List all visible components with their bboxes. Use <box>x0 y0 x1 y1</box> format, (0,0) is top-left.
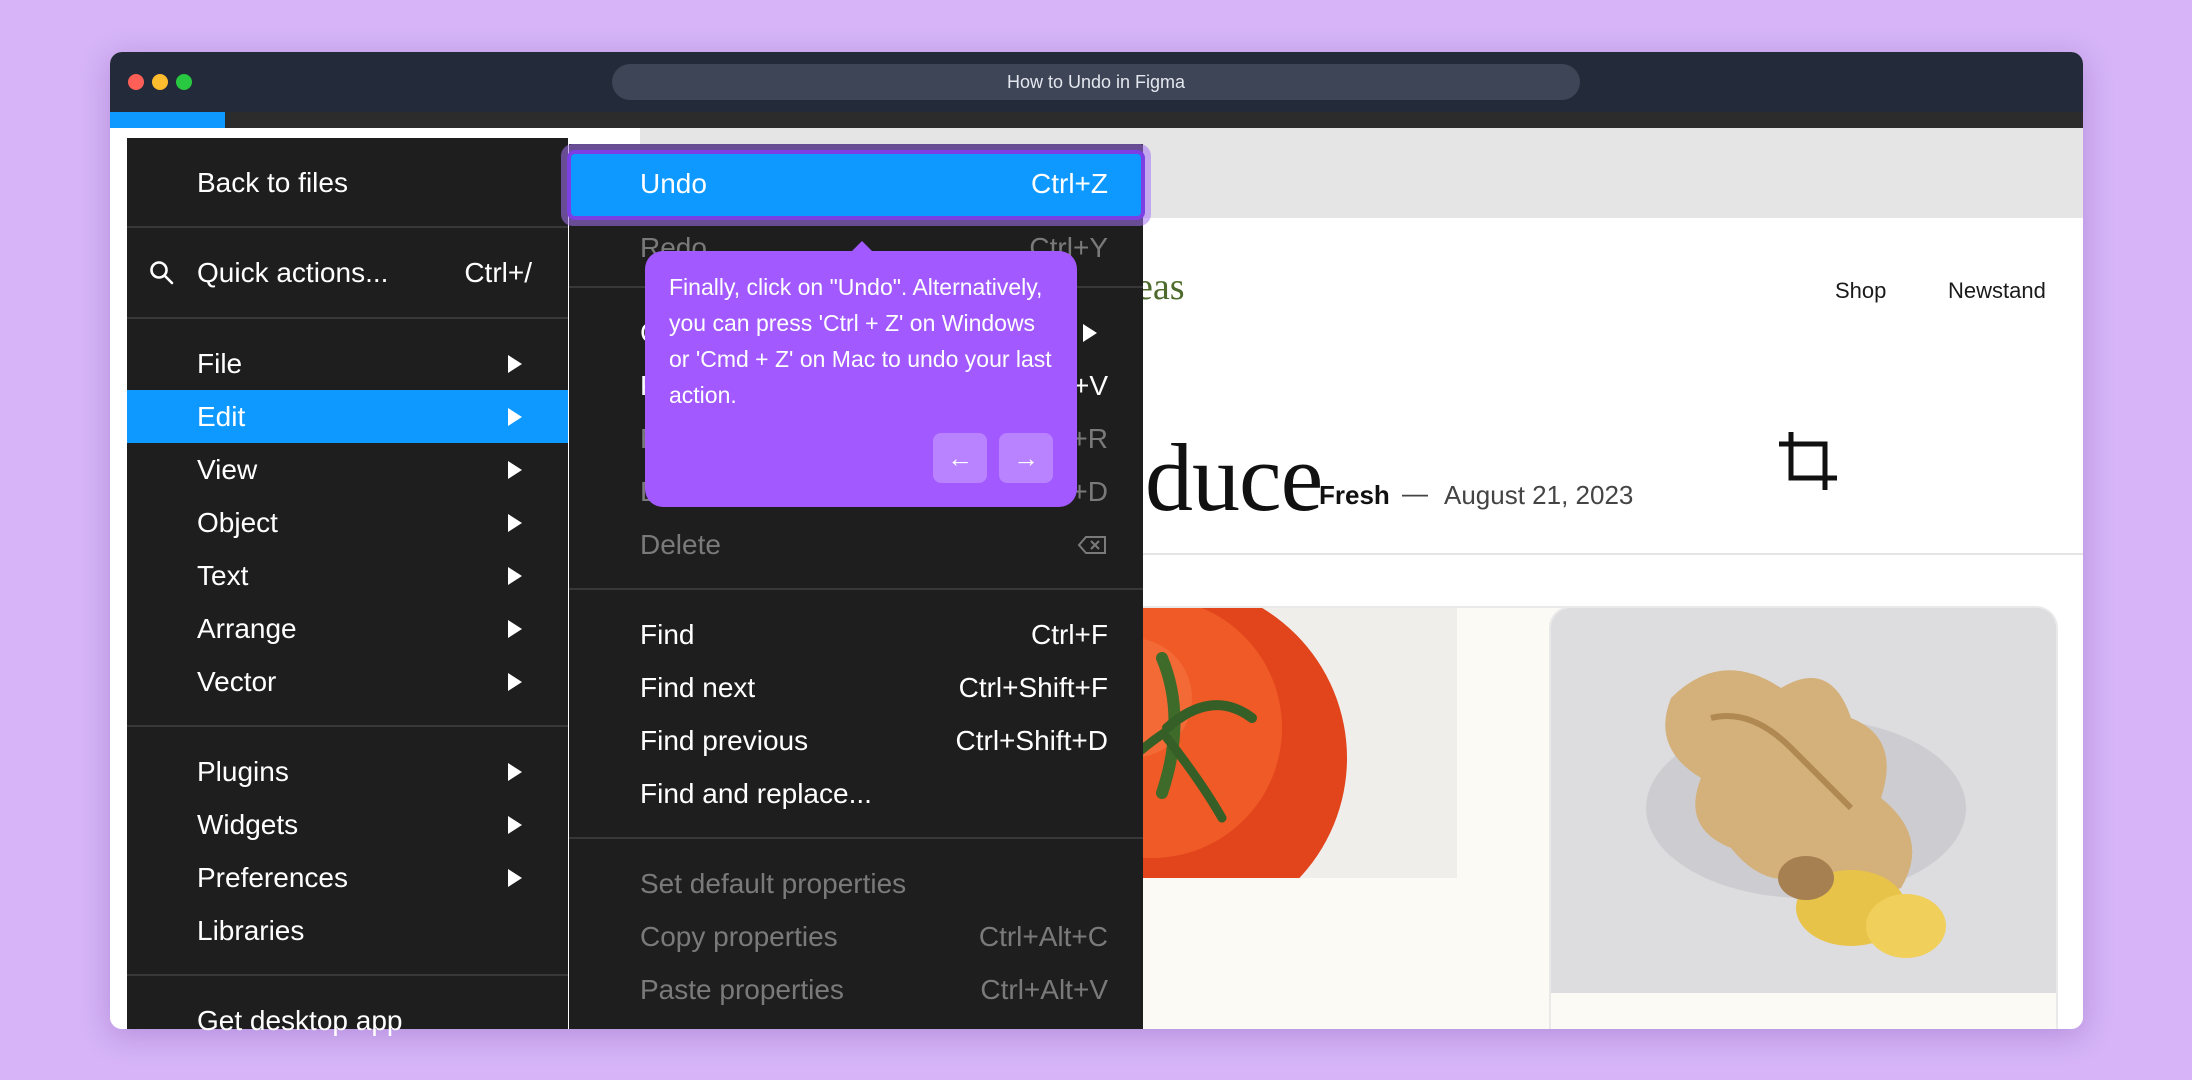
menu-item-plugins[interactable]: Plugins <box>127 745 568 798</box>
menu-item-label: Plugins <box>197 756 289 787</box>
menu-item-label: Get desktop app <box>197 1005 403 1036</box>
submenu-arrow-icon <box>508 567 522 585</box>
undo-item[interactable]: Undo Ctrl+Z <box>571 154 1141 216</box>
tag-separator: — <box>1402 478 1428 508</box>
divider <box>1140 553 2083 555</box>
menu-item-label: Libraries <box>197 915 305 946</box>
site-logo: eas <box>1136 266 1185 308</box>
main-menu: Back to files Quick actions... Ctrl+/ Fi… <box>127 138 568 1036</box>
menu-item-libraries[interactable]: Libraries <box>127 904 568 957</box>
menu-item-shortcut: Ctrl+Alt+V <box>980 974 1108 1005</box>
menu-item-find[interactable]: Find Ctrl+F <box>569 608 1143 661</box>
menu-item-paste-properties[interactable]: Paste properties Ctrl+Alt+V <box>569 963 1143 1016</box>
product-card-tomato[interactable] <box>1090 606 1616 1029</box>
menu-item-label: Copy properties <box>640 921 838 952</box>
menu-item-shortcut: Ctrl+Z <box>1031 168 1108 199</box>
menu-item-label: Edit <box>197 401 246 432</box>
menu-item-shortcut: Ctrl+Alt+C <box>978 921 1108 952</box>
tomato-image <box>1092 608 1457 933</box>
submenu-arrow-icon <box>508 620 522 638</box>
product-card-ginger[interactable] <box>1549 606 2058 1029</box>
menu-item-text[interactable]: Text <box>127 549 568 602</box>
menu-item-label: Vector <box>197 666 277 697</box>
menu-item-label: Find <box>640 619 695 650</box>
menu-item-label: Find and replace... <box>640 778 872 809</box>
previous-step-button[interactable]: ← <box>933 433 987 483</box>
menu-item-preferences[interactable]: Preferences <box>127 851 568 904</box>
quick-actions-item[interactable]: Quick actions... Ctrl+/ <box>127 246 568 299</box>
menu-item-shortcut: Ctrl+Shift+D <box>955 725 1109 756</box>
ginger-image <box>1551 608 2056 993</box>
menu-item-label: Text <box>197 560 249 591</box>
menu-separator <box>569 837 1143 839</box>
search-icon <box>150 261 174 285</box>
post-date: August 21, 2023 <box>1444 480 1634 510</box>
figma-toolbar <box>110 112 2083 128</box>
window-title: How to Undo in Figma <box>612 64 1580 100</box>
submenu-arrow-icon <box>508 673 522 691</box>
menu-item-shortcut: Ctrl+/ <box>464 257 532 288</box>
menu-item-shortcut: Ctrl+F <box>1031 619 1108 650</box>
menu-item-label: Quick actions... <box>197 257 389 288</box>
submenu-arrow-icon <box>508 461 522 479</box>
back-to-files-item[interactable]: Back to files <box>127 156 568 209</box>
submenu-arrow-icon <box>508 869 522 887</box>
menu-item-label: File <box>197 348 243 379</box>
menu-item-view[interactable]: View <box>127 443 568 496</box>
menu-separator <box>127 974 568 976</box>
submenu-arrow-icon <box>508 816 522 834</box>
submenu-arrow-icon <box>508 763 522 781</box>
close-window-button[interactable] <box>128 74 144 90</box>
page-headline: duce <box>1145 424 1323 531</box>
menu-item-label: Object <box>197 507 278 538</box>
submenu-arrow-icon <box>508 355 522 373</box>
maximize-window-button[interactable] <box>176 74 192 90</box>
menu-item-label: View <box>197 454 258 485</box>
tooltip-text: Finally, click on "Undo". Alternatively,… <box>669 274 1052 408</box>
menu-item-delete[interactable]: Delete <box>569 518 1143 571</box>
menu-item-find-next[interactable]: Find next Ctrl+Shift+F <box>569 661 1143 714</box>
menu-separator <box>127 226 568 228</box>
menu-item-label: Undo <box>640 168 707 199</box>
minimize-window-button[interactable] <box>152 74 168 90</box>
menu-item-widgets[interactable]: Widgets <box>127 798 568 851</box>
menu-item-file[interactable]: File <box>127 337 568 390</box>
menu-item-arrange[interactable]: Arrange <box>127 602 568 655</box>
menu-item-label: Back to files <box>197 167 348 198</box>
tooltip-caret <box>852 241 872 251</box>
menu-item-label: Preferences <box>197 862 348 893</box>
menu-separator <box>127 317 568 319</box>
nav-shop-link[interactable]: Shop <box>1835 278 1886 304</box>
menu-item-label: Find next <box>640 672 756 703</box>
menu-separator <box>569 588 1143 590</box>
get-desktop-app-item[interactable]: Get desktop app <box>127 994 568 1047</box>
menu-item-vector[interactable]: Vector <box>127 655 568 708</box>
submenu-arrow-icon <box>1083 324 1097 342</box>
next-step-button[interactable]: → <box>999 433 1053 483</box>
submenu-arrow-icon <box>508 514 522 532</box>
menu-item-shortcut: +V <box>1072 370 1108 401</box>
crop-icon <box>1779 432 1837 490</box>
menu-item-shortcut: Ctrl+Shift+F <box>958 672 1108 703</box>
menu-item-copy-properties[interactable]: Copy properties Ctrl+Alt+C <box>569 910 1143 963</box>
menu-item-label: Find previous <box>640 725 809 756</box>
menu-item-label: Set default properties <box>640 868 907 899</box>
main-menu-trigger[interactable] <box>110 112 225 128</box>
menu-item-label: Delete <box>640 529 721 560</box>
menu-item-edit[interactable]: Edit <box>127 390 568 443</box>
menu-item-label: Paste properties <box>640 974 844 1005</box>
menu-item-set-default-properties[interactable]: Set default properties <box>569 857 1143 910</box>
delete-key-icon <box>1077 536 1106 554</box>
menu-item-label: Arrange <box>197 613 297 644</box>
menu-item-object[interactable]: Object <box>127 496 568 549</box>
menu-separator <box>127 725 568 727</box>
tutorial-tooltip: Finally, click on "Undo". Alternatively,… <box>645 241 1077 507</box>
menu-item-label: Widgets <box>197 809 299 840</box>
title-bar: How to Undo in Figma <box>110 52 2083 112</box>
category-tag: Fresh <box>1319 480 1390 510</box>
submenu-arrow-icon <box>508 408 522 426</box>
menu-item-find-and-replace[interactable]: Find and replace... <box>569 767 1143 820</box>
nav-newstand-link[interactable]: Newstand <box>1948 278 2046 304</box>
menu-item-find-previous[interactable]: Find previous Ctrl+Shift+D <box>569 714 1143 767</box>
